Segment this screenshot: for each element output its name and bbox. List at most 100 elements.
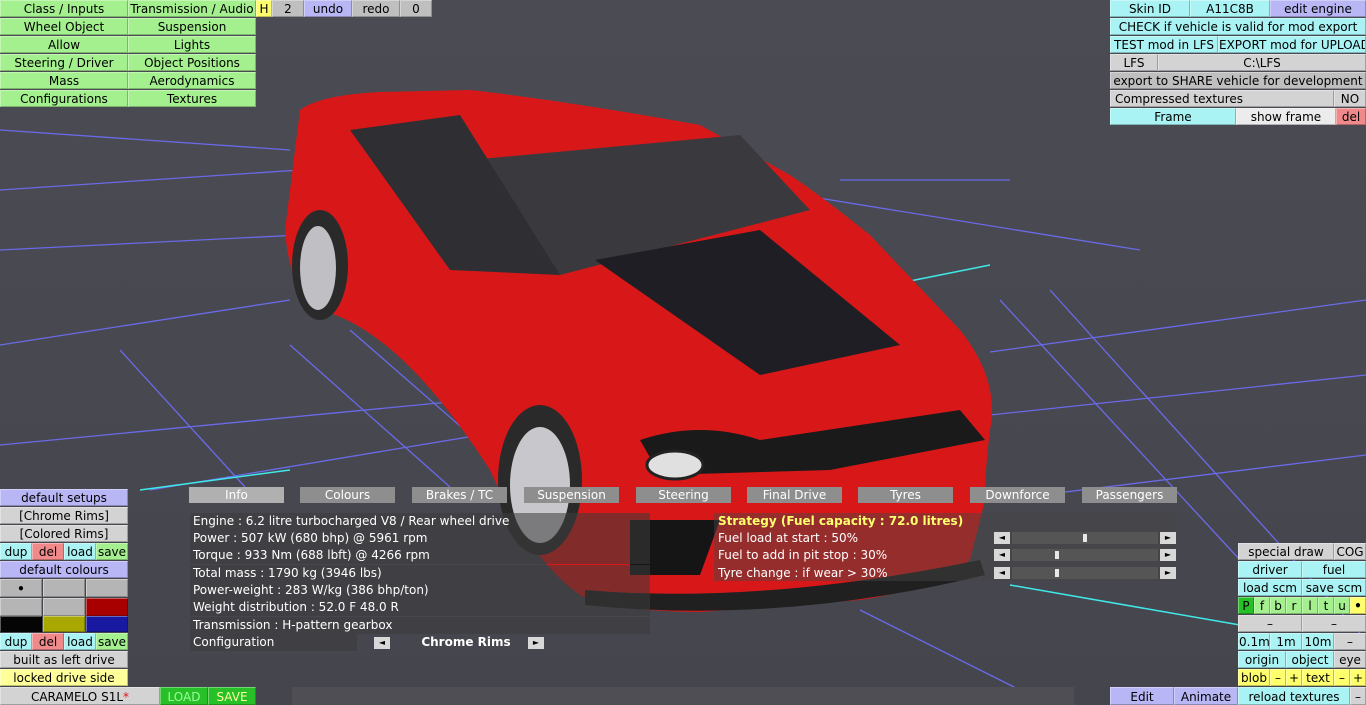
frame-del-button[interactable]: del bbox=[1336, 108, 1366, 125]
skin-id-value[interactable]: A11C8B bbox=[1190, 0, 1270, 17]
special-draw-button[interactable]: special draw bbox=[1238, 543, 1334, 560]
setup-save-button[interactable]: save bbox=[96, 543, 128, 560]
setup-load-button[interactable]: load bbox=[64, 543, 96, 560]
setup-del-button[interactable]: del bbox=[32, 543, 64, 560]
letter-u-toggle[interactable]: u bbox=[1334, 597, 1350, 614]
check-valid-button[interactable]: CHECK if vehicle is valid for mod export bbox=[1110, 18, 1366, 35]
letter-l-toggle[interactable]: l bbox=[1302, 597, 1318, 614]
colour-del-button[interactable]: del bbox=[32, 633, 64, 650]
colour-swatch[interactable] bbox=[43, 579, 85, 597]
letter-f-toggle[interactable]: f bbox=[1254, 597, 1270, 614]
menu-steering-driver[interactable]: Steering / Driver bbox=[0, 54, 128, 71]
text-plus-button[interactable]: + bbox=[1350, 669, 1366, 686]
fuel-pit-dec[interactable]: ◄ bbox=[994, 549, 1010, 561]
tab-steering[interactable]: Steering bbox=[636, 487, 731, 503]
dist-minus-button[interactable]: – bbox=[1334, 633, 1366, 650]
undo-button[interactable]: undo bbox=[304, 0, 352, 17]
colour-swatch[interactable] bbox=[0, 616, 42, 632]
export-share-button[interactable]: export to SHARE vehicle for development bbox=[1110, 72, 1366, 89]
slider-knob[interactable] bbox=[1083, 534, 1087, 542]
tab-suspension[interactable]: Suspension bbox=[524, 487, 619, 503]
letter-b-toggle[interactable]: b bbox=[1270, 597, 1286, 614]
tyre-change-slider[interactable] bbox=[1012, 567, 1158, 579]
setup-chrome-rims[interactable]: [Chrome Rims] bbox=[0, 507, 128, 524]
edit-engine-button[interactable]: edit engine bbox=[1270, 0, 1366, 17]
minus-button-2[interactable]: – bbox=[1302, 615, 1366, 632]
dist-1m-button[interactable]: 1m bbox=[1270, 633, 1302, 650]
colour-swatch[interactable] bbox=[86, 616, 128, 632]
tyre-change-dec[interactable]: ◄ bbox=[994, 567, 1010, 579]
default-setups-button[interactable]: default setups bbox=[0, 489, 128, 506]
tab-downforce[interactable]: Downforce bbox=[970, 487, 1065, 503]
fuel-pit-slider[interactable] bbox=[1012, 549, 1158, 561]
reload-textures-button[interactable]: reload textures bbox=[1238, 687, 1350, 705]
menu-configurations[interactable]: Configurations bbox=[0, 90, 128, 107]
menu-transmission-audio[interactable]: Transmission / Audio bbox=[128, 0, 256, 17]
export-mod-button[interactable]: EXPORT mod for UPLOAD bbox=[1218, 36, 1366, 53]
colour-save-button[interactable]: save bbox=[96, 633, 128, 650]
colour-swatch[interactable] bbox=[43, 598, 85, 616]
vehicle-load-button[interactable]: LOAD bbox=[160, 687, 208, 705]
tyre-change-inc[interactable]: ► bbox=[1160, 567, 1176, 579]
skin-id-label[interactable]: Skin ID bbox=[1110, 0, 1190, 17]
fuel-pit-inc[interactable]: ► bbox=[1160, 549, 1176, 561]
cog-button[interactable]: COG bbox=[1334, 543, 1366, 560]
menu-class-inputs[interactable]: Class / Inputs bbox=[0, 0, 128, 17]
eye-button[interactable]: eye bbox=[1334, 651, 1366, 668]
tab-passengers[interactable]: Passengers bbox=[1082, 487, 1177, 503]
tab-brakes-tc[interactable]: Brakes / TC bbox=[412, 487, 507, 503]
slider-knob[interactable] bbox=[1055, 569, 1059, 577]
setup-dup-button[interactable]: dup bbox=[0, 543, 32, 560]
fuel-start-inc[interactable]: ► bbox=[1160, 532, 1176, 544]
reload-minus-button[interactable]: – bbox=[1350, 687, 1366, 705]
animate-mode-button[interactable]: Animate bbox=[1174, 687, 1238, 705]
blob-plus-button[interactable]: + bbox=[1286, 669, 1302, 686]
save-scm-button[interactable]: save scm bbox=[1302, 579, 1366, 596]
driver-button[interactable]: driver bbox=[1238, 561, 1302, 578]
colour-swatch[interactable] bbox=[86, 579, 128, 597]
tab-colours[interactable]: Colours bbox=[300, 487, 395, 503]
config-prev-arrow[interactable]: ◄ bbox=[374, 637, 390, 649]
letter-t-toggle[interactable]: t bbox=[1318, 597, 1334, 614]
built-as-left-drive-toggle[interactable]: built as left drive bbox=[0, 651, 128, 668]
redo-button[interactable]: redo bbox=[352, 0, 400, 17]
load-scm-button[interactable]: load scm bbox=[1238, 579, 1302, 596]
vehicle-name-field[interactable]: CARAMELO S1L* bbox=[0, 687, 160, 705]
letter-r-toggle[interactable]: r bbox=[1286, 597, 1302, 614]
lfs-label[interactable]: LFS bbox=[1110, 54, 1158, 71]
dot-toggle[interactable]: • bbox=[1350, 597, 1366, 614]
menu-wheel-object[interactable]: Wheel Object bbox=[0, 18, 128, 35]
tab-info[interactable]: Info bbox=[189, 487, 284, 503]
dist-10m-button[interactable]: 10m bbox=[1302, 633, 1334, 650]
colour-load-button[interactable]: load bbox=[64, 633, 96, 650]
frame-button[interactable]: Frame bbox=[1110, 108, 1236, 125]
tab-final-drive[interactable]: Final Drive bbox=[747, 487, 842, 503]
fuel-button[interactable]: fuel bbox=[1302, 561, 1366, 578]
menu-aerodynamics[interactable]: Aerodynamics bbox=[128, 72, 256, 89]
menu-object-positions[interactable]: Object Positions bbox=[128, 54, 256, 71]
compressed-textures-toggle[interactable]: NO bbox=[1334, 90, 1366, 107]
menu-mass[interactable]: Mass bbox=[0, 72, 128, 89]
minus-button-1[interactable]: – bbox=[1238, 615, 1302, 632]
config-next-arrow[interactable]: ► bbox=[528, 637, 544, 649]
object-button[interactable]: object bbox=[1286, 651, 1334, 668]
lfs-path-field[interactable]: C:\LFS bbox=[1158, 54, 1366, 71]
colour-swatch-selected[interactable]: • bbox=[0, 579, 42, 597]
menu-textures[interactable]: Textures bbox=[128, 90, 256, 107]
menu-allow[interactable]: Allow bbox=[0, 36, 128, 53]
test-mod-button[interactable]: TEST mod in LFS bbox=[1110, 36, 1218, 53]
h-toggle[interactable]: H bbox=[256, 0, 272, 17]
letter-p-toggle[interactable]: P bbox=[1238, 597, 1254, 614]
menu-lights[interactable]: Lights bbox=[128, 36, 256, 53]
colour-dup-button[interactable]: dup bbox=[0, 633, 32, 650]
origin-button[interactable]: origin bbox=[1238, 651, 1286, 668]
slider-knob[interactable] bbox=[1055, 551, 1059, 559]
edit-mode-button[interactable]: Edit bbox=[1110, 687, 1174, 705]
fuel-start-dec[interactable]: ◄ bbox=[994, 532, 1010, 544]
colour-swatch[interactable] bbox=[43, 616, 85, 632]
blob-minus-button[interactable]: – bbox=[1270, 669, 1286, 686]
show-frame-button[interactable]: show frame bbox=[1236, 108, 1336, 125]
default-colours-button[interactable]: default colours bbox=[0, 561, 128, 578]
text-minus-button[interactable]: – bbox=[1334, 669, 1350, 686]
menu-suspension[interactable]: Suspension bbox=[128, 18, 256, 35]
